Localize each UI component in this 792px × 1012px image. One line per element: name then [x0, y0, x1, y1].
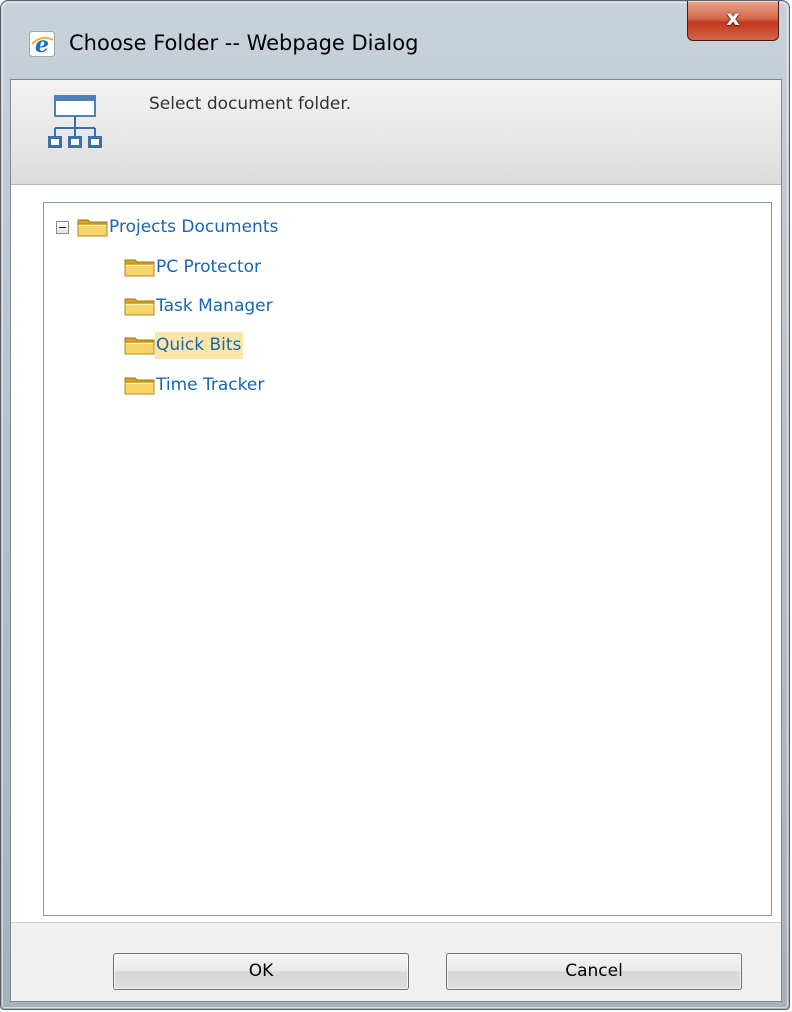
tree-node-label[interactable]: PC Protector — [155, 254, 263, 281]
folder-icon — [124, 377, 155, 395]
svg-text:e: e — [35, 32, 49, 57]
tree-node-label-selected[interactable]: Quick Bits — [155, 331, 244, 359]
dialog-header: Select document folder. — [11, 80, 781, 185]
tree-node-pc-protector: PC Protector — [124, 253, 263, 281]
folder-icon — [124, 259, 155, 277]
folder-icon — [124, 337, 155, 355]
window-title: Choose Folder -- Webpage Dialog — [69, 31, 419, 55]
dialog-window: e Choose Folder -- Webpage Dialog x Sele… — [0, 0, 790, 1010]
close-button[interactable]: x — [687, 1, 779, 41]
ok-button[interactable]: OK — [113, 953, 409, 990]
close-icon: x — [726, 6, 740, 30]
collapse-icon[interactable] — [56, 220, 69, 234]
cancel-button[interactable]: Cancel — [446, 953, 742, 990]
header-instruction: Select document folder. — [149, 94, 352, 114]
dialog-footer: OK Cancel — [11, 922, 781, 1001]
sitemap-icon — [48, 95, 102, 148]
tree-node-time-tracker: Time Tracker — [124, 371, 266, 399]
folder-tree: Projects Documents PC Protector Task Man… — [43, 202, 772, 916]
ie-icon: e — [29, 31, 55, 57]
folder-icon — [77, 219, 108, 237]
dialog-client-area: Select document folder. Projects Documen… — [10, 79, 782, 1002]
tree-node-label[interactable]: Time Tracker — [155, 372, 266, 399]
tree-node-quick-bits: Quick Bits — [124, 331, 244, 359]
tree-node-label[interactable]: Task Manager — [155, 293, 275, 320]
tree-node-root: Projects Documents — [56, 213, 280, 241]
folder-icon — [124, 298, 155, 316]
tree-node-task-manager: Task Manager — [124, 292, 275, 320]
title-bar[interactable]: e Choose Folder -- Webpage Dialog x — [1, 1, 789, 79]
tree-node-label[interactable]: Projects Documents — [108, 214, 280, 241]
